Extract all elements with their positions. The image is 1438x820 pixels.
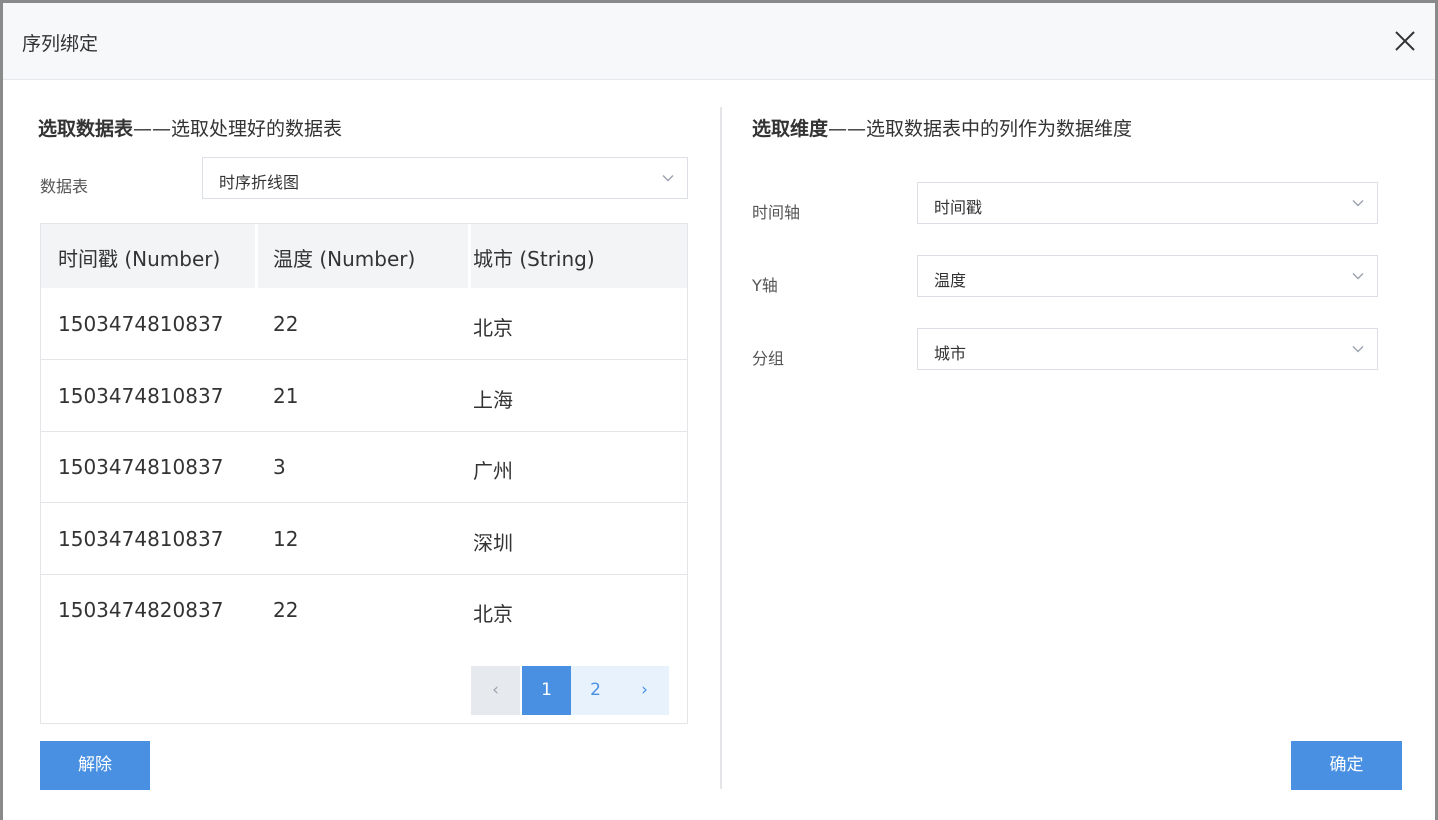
column-divider	[255, 224, 258, 288]
series-binding-dialog: 序列绑定 选取数据表——选取处理好的数据表 数据表 时序折线图 时间戳 (Num…	[0, 0, 1438, 820]
table-row: 1503474820837 22 北京	[41, 574, 687, 646]
chevron-down-icon	[1351, 196, 1365, 210]
cell-city: 广州	[473, 459, 513, 483]
cell-timestamp: 1503474810837	[58, 312, 224, 336]
cell-timestamp: 1503474810837	[58, 384, 224, 408]
cell-temperature: 3	[273, 455, 286, 479]
cell-timestamp: 1503474810837	[58, 527, 224, 551]
cell-temperature: 21	[273, 384, 299, 408]
column-header-city: 城市 (String)	[473, 247, 595, 271]
confirm-button[interactable]: 确定	[1291, 741, 1402, 790]
prev-page-button[interactable]: ‹	[471, 666, 520, 715]
next-page-button[interactable]: ›	[620, 666, 669, 715]
table-row: 1503474810837 22 北京	[41, 288, 687, 360]
table-select[interactable]: 时序折线图	[202, 157, 688, 199]
group-select[interactable]: 城市	[917, 328, 1378, 370]
y-axis-select[interactable]: 温度	[917, 255, 1378, 297]
table-row: 1503474810837 3 广州	[41, 431, 687, 503]
column-header-timestamp: 时间戳 (Number)	[58, 247, 221, 271]
dialog-title: 序列绑定	[22, 33, 99, 55]
table-label: 数据表	[40, 177, 89, 196]
cell-timestamp: 1503474820837	[58, 598, 224, 622]
table-row: 1503474810837 12 深圳	[41, 503, 687, 575]
column-divider	[468, 224, 471, 288]
close-icon	[1395, 31, 1415, 51]
group-label: 分组	[752, 349, 785, 368]
group-select-value: 城市	[934, 344, 967, 363]
cell-temperature: 12	[273, 527, 299, 551]
cell-temperature: 22	[273, 312, 299, 336]
data-table: 时间戳 (Number) 温度 (Number) 城市 (String) 150…	[40, 223, 688, 724]
column-header-temperature: 温度 (Number)	[273, 247, 416, 271]
section-title-desc: ——选取数据表中的列作为数据维度	[828, 118, 1133, 140]
close-button[interactable]	[1389, 25, 1421, 57]
panel-divider	[720, 107, 722, 789]
unbind-button[interactable]: 解除	[40, 741, 150, 790]
time-axis-label: 时间轴	[752, 203, 801, 222]
select-dimension-section-title: 选取维度——选取数据表中的列作为数据维度	[752, 114, 1132, 141]
section-title-desc: ——选取处理好的数据表	[133, 118, 343, 140]
dialog-header: 序列绑定	[3, 3, 1435, 80]
cell-city: 深圳	[473, 531, 513, 555]
table-header: 时间戳 (Number) 温度 (Number) 城市 (String)	[41, 224, 687, 288]
chevron-down-icon	[1351, 342, 1365, 356]
chevron-down-icon	[661, 171, 675, 185]
cell-city: 上海	[473, 388, 513, 412]
section-title-bold: 选取数据表	[38, 118, 134, 140]
time-axis-select[interactable]: 时间戳	[917, 182, 1378, 224]
y-axis-label: Y轴	[752, 276, 778, 295]
table-row: 1503474810837 21 上海	[41, 360, 687, 432]
time-axis-select-value: 时间戳	[934, 198, 983, 217]
page-button-1[interactable]: 1	[522, 666, 571, 715]
table-select-value: 时序折线图	[219, 173, 300, 192]
cell-temperature: 22	[273, 598, 299, 622]
cell-city: 北京	[473, 602, 513, 626]
chevron-down-icon	[1351, 269, 1365, 283]
cell-city: 北京	[473, 316, 513, 340]
section-title-bold: 选取维度	[752, 118, 829, 140]
select-table-section-title: 选取数据表——选取处理好的数据表	[38, 114, 342, 141]
y-axis-select-value: 温度	[934, 271, 967, 290]
cell-timestamp: 1503474810837	[58, 455, 224, 479]
page-button-2[interactable]: 2	[571, 666, 620, 715]
